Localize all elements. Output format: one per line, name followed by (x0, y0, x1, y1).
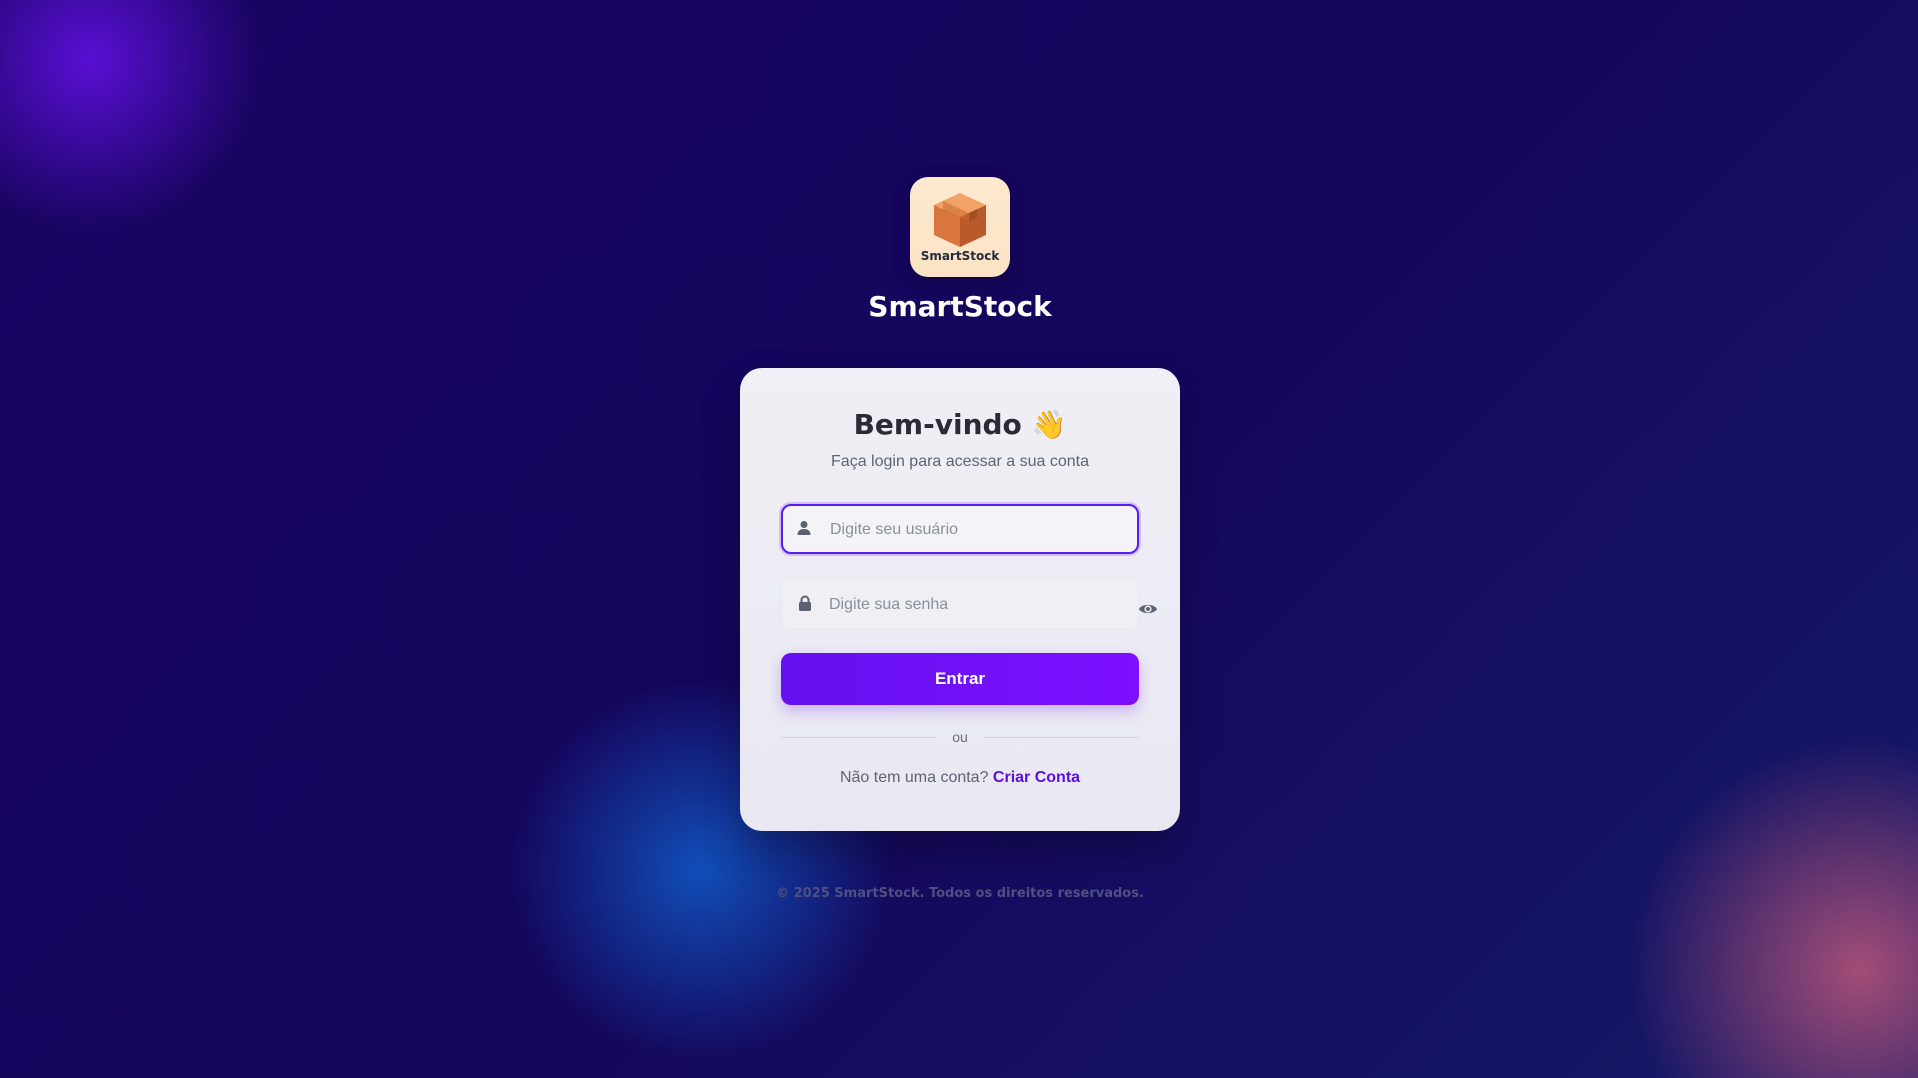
lock-icon (799, 595, 811, 611)
app-title: SmartStock (868, 290, 1052, 323)
divider-line-right (984, 737, 1139, 738)
package-box-icon (934, 193, 986, 247)
login-button[interactable]: Entrar (781, 653, 1139, 705)
welcome-subtitle: Faça login para acessar a sua conta (831, 453, 1089, 470)
password-field[interactable] (781, 579, 1139, 630)
logo-text: SmartStock (920, 249, 1000, 263)
app-logo: SmartStock (910, 177, 1010, 277)
signup-prompt: Não tem uma conta? (839, 769, 993, 786)
user-icon (797, 521, 811, 535)
eye-icon[interactable] (1138, 601, 1158, 617)
footer-copyright: © 2025 SmartStock. Todos os direitos res… (776, 886, 1144, 901)
login-card: Bem-vindo 👋 Faça login para acessar a su… (740, 368, 1180, 831)
create-account-link[interactable]: Criar Conta (993, 769, 1080, 786)
password-input[interactable] (827, 580, 1126, 630)
divider: ou (781, 727, 1139, 747)
welcome-heading: Bem-vindo 👋 (853, 408, 1067, 441)
signup-row: Não tem uma conta? Criar Conta (740, 769, 1180, 787)
username-field[interactable] (781, 504, 1139, 554)
username-input[interactable] (828, 506, 1125, 554)
